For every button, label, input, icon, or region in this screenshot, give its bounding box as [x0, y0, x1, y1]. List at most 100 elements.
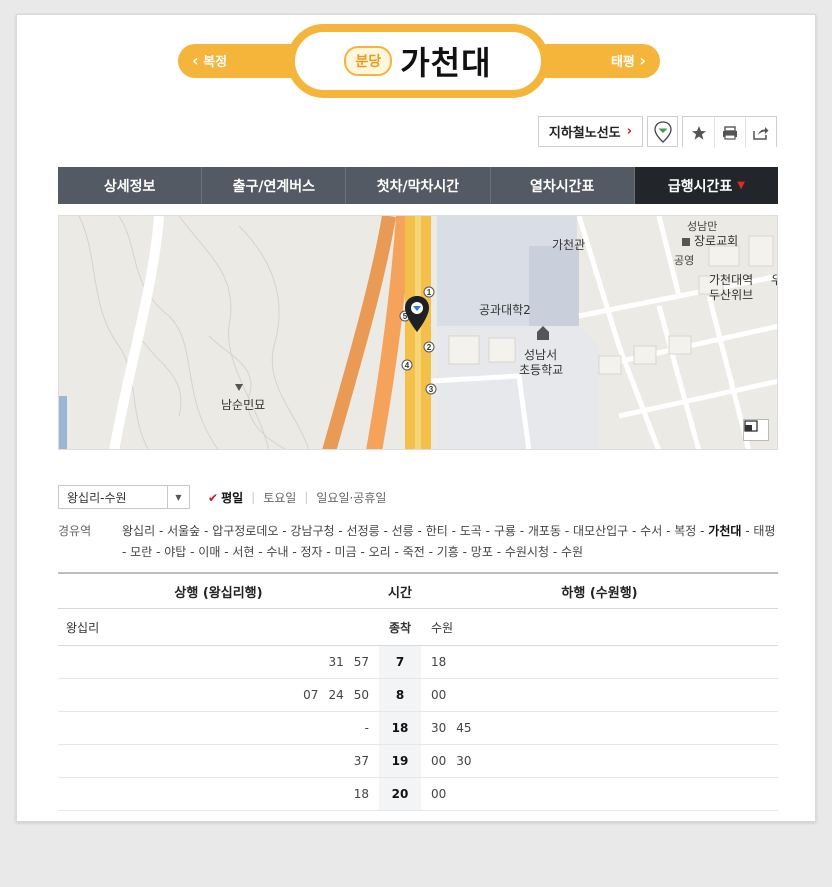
map-label: 장로교회	[694, 234, 739, 248]
hour-cell: 20	[379, 778, 421, 810]
map-expand-button[interactable]	[743, 419, 769, 441]
prev-station-label: 복정	[203, 55, 228, 70]
via-separator: -	[186, 545, 199, 559]
print-icon	[723, 125, 737, 140]
map-pin-icon	[653, 120, 672, 143]
via-station: 선릉	[391, 524, 414, 538]
via-station: 수원	[560, 545, 584, 559]
via-station: 복정	[674, 524, 697, 538]
map-label: 초등학교	[519, 363, 564, 377]
tab-train-timetable[interactable]: 열차시간표	[489, 167, 634, 204]
map-label: 두산위브	[709, 288, 754, 302]
via-separator: -	[152, 545, 165, 559]
timetable-row: -18 30 45	[58, 712, 778, 745]
via-station: 이매	[198, 545, 221, 559]
day-option-label: 일요일·공휴일	[316, 490, 387, 505]
via-station: 기흥	[436, 545, 459, 559]
map-pin-button[interactable]	[647, 116, 678, 147]
day-option-holiday[interactable]: 일요일·공휴일	[316, 489, 386, 506]
via-station: 개포동	[527, 524, 562, 538]
svg-text:3: 3	[429, 385, 434, 394]
down-minutes: 30 45	[421, 721, 778, 735]
via-station: 수서	[640, 524, 663, 538]
dropdown-arrow-icon: ▼	[167, 486, 189, 508]
favorite-button[interactable]	[683, 117, 714, 148]
via-separator: -	[220, 545, 233, 559]
via-separator: -	[447, 524, 460, 538]
day-option-weekday[interactable]: ✔ 평일	[208, 489, 243, 506]
via-separator: -	[481, 524, 494, 538]
via-separator: -	[628, 524, 641, 538]
line-badge: 분당	[344, 46, 393, 76]
divider: |	[304, 490, 309, 504]
station-title: 가천대	[400, 44, 492, 82]
filter-row: 왕십리-수원 ▼ ✔ 평일 | 토요일 | 일요일·공휴일	[58, 485, 386, 509]
minute: 45	[456, 721, 472, 735]
day-option-saturday[interactable]: 토요일	[263, 489, 296, 506]
check-icon: ✔	[208, 490, 219, 505]
station-map[interactable]: 1 2 3 4 5 성남만 장로교회 가천관 공영 가천대역 두산위브 우 공과…	[58, 215, 778, 450]
up-minutes: -	[58, 721, 379, 735]
via-station: 선정릉	[346, 524, 380, 538]
minute: 00	[431, 754, 447, 768]
divider: |	[251, 490, 256, 504]
direction-value: 왕십리-수원	[67, 490, 127, 505]
down-minutes: 00	[421, 688, 778, 702]
header-hour: 시간	[388, 585, 412, 601]
timetable-row: 18 20 00	[58, 778, 778, 811]
up-minutes: 37	[58, 754, 379, 768]
action-group	[682, 116, 777, 148]
timetable-row: 37 19 00 30	[58, 745, 778, 778]
minute: 30	[456, 754, 472, 768]
tab-bar: 상세정보 출구/연계버스 첫차/막차시간 열차시간표 급행시간표 ▼	[58, 167, 779, 204]
via-separator: -	[288, 545, 301, 559]
expand-icon	[744, 420, 758, 432]
svg-text:2: 2	[427, 343, 432, 352]
via-separator: -	[254, 545, 267, 559]
via-separator: -	[696, 524, 709, 538]
toolbar: 지하철노선도 ›	[537, 116, 777, 148]
minute: -	[364, 721, 369, 735]
via-station: 정자	[300, 545, 323, 559]
via-separator: -	[492, 545, 505, 559]
route-map-button[interactable]: 지하철노선도 ›	[537, 116, 643, 147]
minute: 37	[353, 754, 369, 768]
via-station: 강남구청	[290, 524, 335, 538]
tab-detail-info[interactable]: 상세정보	[58, 167, 201, 204]
station-nav: ‹ 복정 태평 › 분당 가천대	[17, 15, 815, 115]
tab-label: 급행시간표	[667, 178, 733, 195]
timetable-row: 07 24 50 8 00	[58, 679, 778, 712]
map-label: 남순민묘	[221, 398, 266, 412]
timetable-subheader: 왕십리 종착 수원	[58, 609, 778, 646]
via-separator: -	[200, 524, 213, 538]
tab-label: 상세정보	[103, 178, 156, 195]
via-station: 왕십리	[122, 524, 156, 538]
tab-exits-bus[interactable]: 출구/연계버스	[201, 167, 345, 204]
tab-express-timetable[interactable]: 급행시간표 ▼	[633, 167, 779, 204]
next-station-button[interactable]: 태평 ›	[530, 44, 660, 78]
express-timetable: 상행 (왕십리행) 시간 하행 (수원행) 왕십리 종착 수원 31 57 7 18 0…	[58, 572, 778, 811]
via-station: 모란	[130, 545, 153, 559]
via-separator: -	[561, 524, 573, 538]
share-button[interactable]	[745, 117, 776, 148]
chevron-left-icon: ‹	[192, 51, 199, 70]
tab-label: 출구/연계버스	[232, 178, 315, 195]
via-station-list: 왕십리 - 서울숲 - 압구정로데오 - 강남구청 - 선정릉 - 선릉 - 한…	[122, 521, 778, 563]
hour-cell: 18	[379, 712, 421, 744]
day-option-label: 토요일	[263, 490, 297, 505]
via-station: 대모산입구	[572, 524, 629, 538]
map-label: 가천관	[552, 238, 586, 252]
via-separator: -	[356, 545, 369, 559]
tab-label: 열차시간표	[530, 178, 595, 195]
hour-cell: 19	[379, 745, 421, 777]
up-minutes: 31 57	[58, 655, 379, 669]
via-separator: -	[278, 524, 291, 538]
direction-select[interactable]: 왕십리-수원 ▼	[58, 485, 190, 509]
tab-first-last-train[interactable]: 첫차/막차시간	[345, 167, 489, 204]
header-down: 하행 (수원행)	[561, 585, 638, 601]
print-button[interactable]	[714, 117, 745, 148]
minute: 18	[353, 787, 369, 801]
station-title-pill: 분당 가천대	[287, 24, 549, 98]
via-station: 도곡	[459, 524, 482, 538]
via-separator: -	[549, 545, 561, 559]
